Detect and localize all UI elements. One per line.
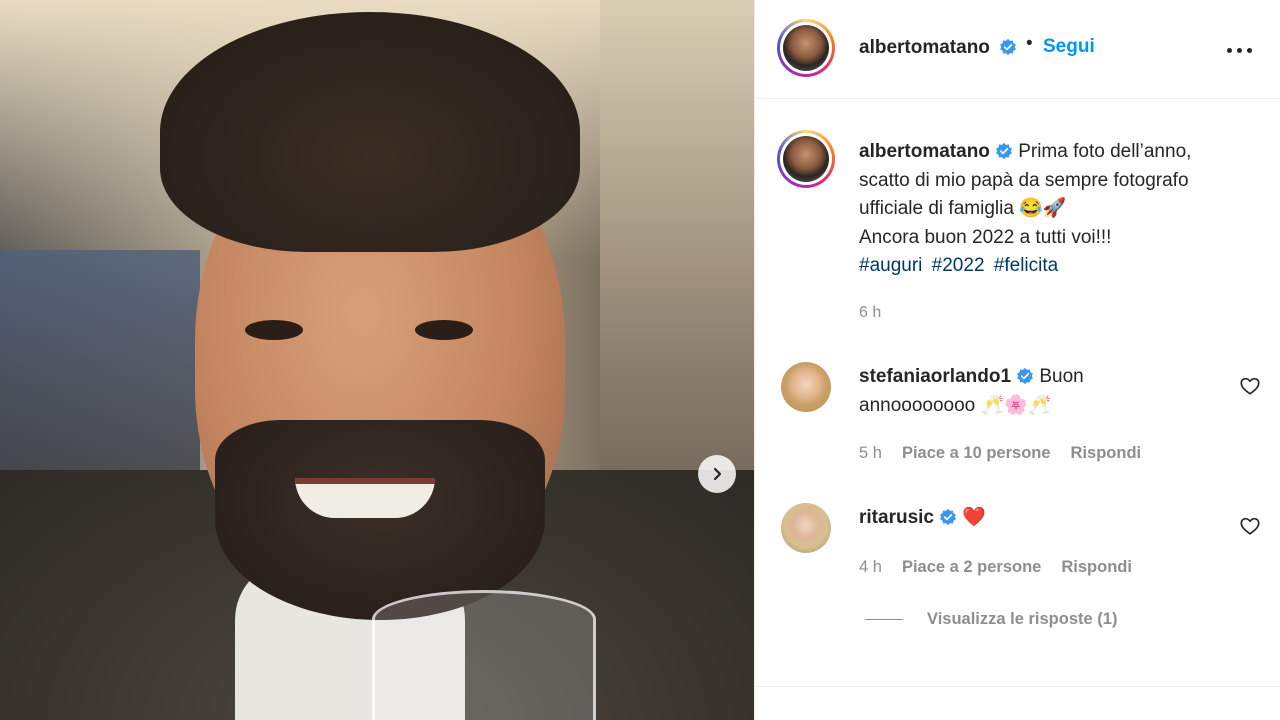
comment-username[interactable]: ritarusic	[859, 507, 934, 528]
comment-meta: 5 h Piace a 10 persone Rispondi	[859, 444, 1141, 463]
verified-badge-icon	[1000, 38, 1017, 56]
comment-item: ritarusic ❤️	[859, 503, 1229, 532]
post-timestamp[interactable]: 6 h	[859, 299, 1259, 328]
hashtag-link[interactable]: #auguri	[859, 255, 922, 276]
follow-button[interactable]: Segui	[1043, 36, 1095, 58]
comment-username[interactable]: stefaniaorlando1	[859, 366, 1011, 387]
separator-dot: •	[1026, 33, 1033, 54]
post-side-panel: albertomatano • Segui albertomatano Prim…	[754, 0, 1280, 720]
comment-time[interactable]: 4 h	[859, 558, 882, 577]
caption-line: ufficiale di famiglia 😂🚀	[859, 198, 1067, 219]
verified-badge-icon	[940, 508, 956, 526]
post-photo[interactable]	[0, 0, 754, 720]
photo-hair	[160, 12, 580, 252]
view-replies-label: Visualizza le risposte (1)	[927, 610, 1118, 628]
photo-wine-glass	[372, 590, 596, 720]
photo-eye-left	[245, 320, 303, 340]
post-header: albertomatano • Segui	[755, 0, 1280, 99]
heart-outline-icon[interactable]	[1239, 375, 1261, 397]
caption-line: scatto di mio papà da sempre fotografo	[859, 169, 1189, 191]
comment-text: annoooooooo 🥂🌸🥂	[859, 395, 1052, 416]
divider-line	[865, 619, 903, 620]
reply-button[interactable]: Rispondi	[1061, 558, 1132, 577]
hashtag-link[interactable]: #felicita	[994, 255, 1058, 276]
caption-author-username[interactable]: albertomatano	[859, 141, 990, 162]
verified-badge-icon	[1017, 367, 1033, 385]
carousel-next-button[interactable]	[698, 455, 736, 493]
section-divider	[755, 686, 1280, 687]
heart-outline-icon[interactable]	[1239, 515, 1261, 537]
photo-smile	[295, 478, 435, 518]
more-options-button[interactable]	[1223, 38, 1255, 62]
photo-eye-right	[415, 320, 473, 340]
hashtag-link[interactable]: #2022	[932, 255, 985, 276]
commenter-avatar[interactable]	[781, 362, 831, 412]
commenter-avatar[interactable]	[781, 503, 831, 553]
more-horizontal-icon	[1226, 47, 1232, 53]
comment-meta: 4 h Piace a 2 persone Rispondi	[859, 558, 1132, 577]
author-name-row: albertomatano	[859, 37, 1017, 59]
caption-hashtags: #auguri #2022 #felicita	[859, 252, 1259, 281]
author-username[interactable]: albertomatano	[859, 37, 990, 58]
caption-author-avatar[interactable]	[777, 130, 835, 188]
author-avatar[interactable]	[777, 19, 835, 77]
caption-line: Prima foto dell’anno,	[1018, 141, 1192, 162]
verified-badge-icon	[996, 142, 1012, 160]
comment-likes-count[interactable]: Piace a 10 persone	[902, 444, 1051, 463]
view-replies-button[interactable]: Visualizza le risposte (1)	[865, 610, 1117, 629]
comment-text: ❤️	[962, 506, 986, 528]
comment-item: stefaniaorlando1 Buon annoooooooo 🥂🌸🥂	[859, 362, 1229, 420]
reply-button[interactable]: Rispondi	[1071, 444, 1142, 463]
post-caption: albertomatano Prima foto dell’anno, scat…	[859, 138, 1259, 327]
comment-time[interactable]: 5 h	[859, 444, 882, 463]
comment-text: Buon	[1039, 366, 1084, 387]
chevron-right-icon	[713, 467, 722, 481]
comment-likes-count[interactable]: Piace a 2 persone	[902, 558, 1041, 577]
caption-line: Ancora buon 2022 a tutti voi!!!	[859, 226, 1112, 248]
